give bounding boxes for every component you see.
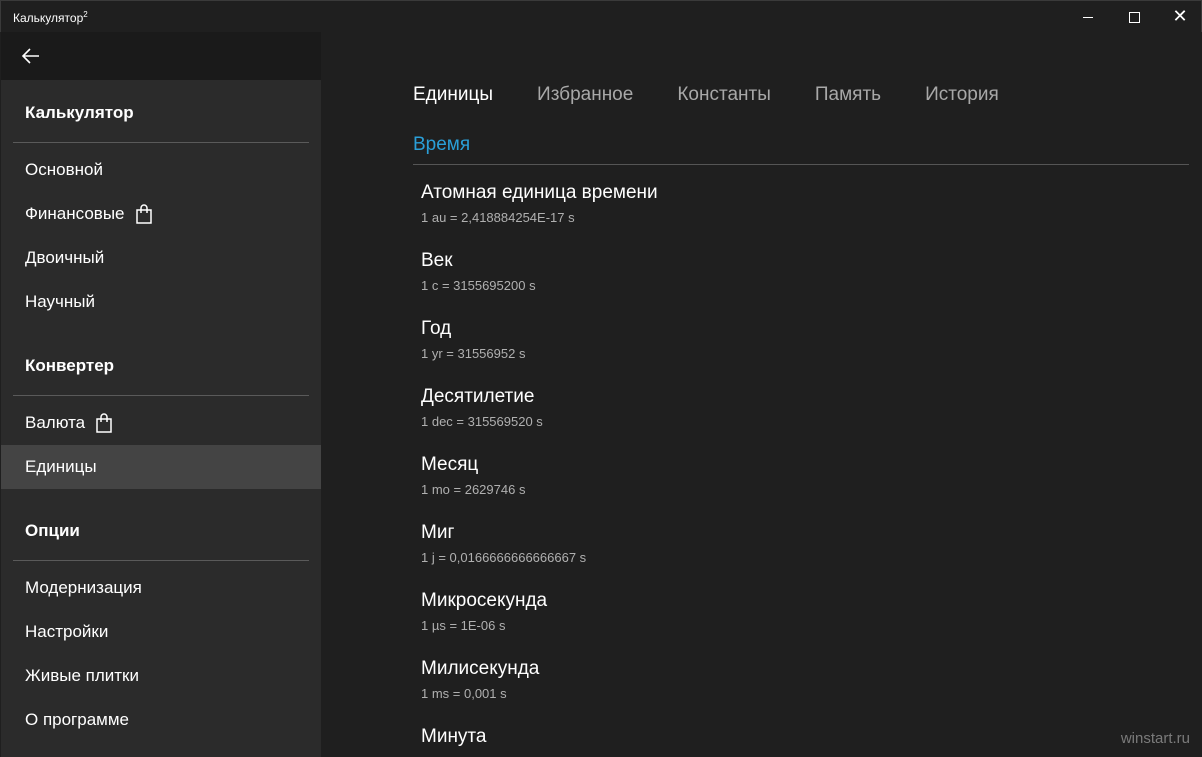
sidebar-item-financial[interactable]: Финансовые bbox=[1, 192, 321, 236]
sidebar-item-binary[interactable]: Двоичный bbox=[1, 236, 321, 280]
sidebar-item-live-tiles[interactable]: Живые плитки bbox=[1, 654, 321, 698]
shopping-bag-icon bbox=[135, 204, 152, 224]
unit-name: Микросекунда bbox=[421, 590, 548, 611]
sidebar-item-label: Двоичный bbox=[25, 248, 105, 267]
tab-bar: Единицы Избранное Константы Память Истор… bbox=[413, 84, 1043, 106]
unit-definition: 1 yr = 31556952 s bbox=[421, 346, 526, 361]
back-bar bbox=[1, 32, 321, 80]
unit-name: Атомная единица времени bbox=[421, 182, 658, 203]
unit-name: Милисекунда bbox=[421, 658, 540, 679]
tab-history[interactable]: История bbox=[925, 84, 999, 106]
section-divider bbox=[13, 395, 309, 396]
maximize-icon bbox=[1128, 11, 1140, 23]
maximize-button[interactable] bbox=[1111, 1, 1157, 33]
sidebar-item-currency[interactable]: Валюта bbox=[1, 401, 321, 445]
tab-favorites[interactable]: Избранное bbox=[537, 84, 633, 106]
sidebar-item-upgrade[interactable]: Модернизация bbox=[1, 566, 321, 610]
close-button[interactable]: ✕ bbox=[1157, 1, 1202, 33]
section-title-converter: Конвертер bbox=[25, 356, 115, 375]
sidebar-item-units[interactable]: Единицы bbox=[1, 445, 321, 489]
section-divider bbox=[13, 142, 309, 143]
list-item[interactable]: Миг 1 j = 0,0166666666666667 s bbox=[421, 522, 1121, 582]
list-item[interactable]: Милисекунда 1 ms = 0,001 s bbox=[421, 658, 1121, 718]
list-item[interactable]: Десятилетие 1 dec = 315569520 s bbox=[421, 386, 1121, 446]
list-item[interactable]: Атомная единица времени 1 au = 2,4188842… bbox=[421, 182, 1121, 242]
sidebar-item-label: Модернизация bbox=[25, 578, 142, 597]
sidebar-item-label: Основной bbox=[25, 160, 103, 179]
unit-name: Век bbox=[421, 250, 453, 271]
app-title: Калькулятор2 bbox=[13, 10, 88, 25]
section-title-options: Опции bbox=[25, 521, 80, 540]
unit-definition: 1 µs = 1E-06 s bbox=[421, 618, 506, 633]
sidebar-item-label: Живые плитки bbox=[25, 666, 139, 685]
list-item[interactable]: Год 1 yr = 31556952 s bbox=[421, 318, 1121, 378]
sidebar-item-label: Единицы bbox=[25, 457, 97, 476]
unit-name: Год bbox=[421, 318, 452, 339]
section-divider bbox=[13, 560, 309, 561]
unit-definition: 1 mo = 2629746 s bbox=[421, 482, 526, 497]
app-title-superscript: 2 bbox=[83, 10, 88, 19]
navigation-pane: Калькулятор Основной Финансовые Двоичный… bbox=[1, 32, 321, 757]
list-item[interactable]: Микросекунда 1 µs = 1E-06 s bbox=[421, 590, 1121, 650]
list-item[interactable]: Месяц 1 mo = 2629746 s bbox=[421, 454, 1121, 514]
unit-definition: 1 dec = 315569520 s bbox=[421, 414, 543, 429]
unit-name: Минута bbox=[421, 726, 487, 747]
back-arrow-icon[interactable] bbox=[19, 44, 43, 68]
unit-definition: 1 ms = 0,001 s bbox=[421, 686, 507, 701]
sidebar-item-label: Финансовые bbox=[25, 204, 125, 223]
list-item[interactable]: Век 1 c = 3155695200 s bbox=[421, 250, 1121, 310]
unit-definition: 1 au = 2,418884254E-17 s bbox=[421, 210, 575, 225]
main-content: Единицы Избранное Константы Память Истор… bbox=[321, 32, 1202, 757]
unit-definition: 1 c = 3155695200 s bbox=[421, 278, 536, 293]
title-bar: Калькулятор2 ✕ bbox=[0, 0, 1202, 32]
sidebar-item-scientific[interactable]: Научный bbox=[1, 280, 321, 324]
minimize-button[interactable] bbox=[1065, 1, 1111, 33]
section-title-calculator: Калькулятор bbox=[25, 103, 134, 122]
unit-name: Месяц bbox=[421, 454, 479, 475]
sidebar-item-basic[interactable]: Основной bbox=[1, 148, 321, 192]
category-header[interactable]: Время bbox=[413, 134, 470, 156]
app-title-text: Калькулятор bbox=[13, 11, 84, 25]
tab-constants[interactable]: Константы bbox=[677, 84, 771, 106]
tab-memory[interactable]: Память bbox=[815, 84, 881, 106]
shopping-bag-icon bbox=[96, 413, 112, 433]
unit-name: Миг bbox=[421, 522, 455, 543]
category-divider bbox=[413, 164, 1189, 165]
watermark: winstart.ru bbox=[1120, 730, 1190, 747]
sidebar-item-label: Настройки bbox=[25, 622, 109, 641]
close-icon: ✕ bbox=[1172, 6, 1188, 27]
tab-units[interactable]: Единицы bbox=[413, 84, 493, 106]
sidebar-item-label: Валюта bbox=[25, 413, 86, 432]
list-item[interactable]: Минута bbox=[421, 726, 1121, 756]
sidebar-item-settings[interactable]: Настройки bbox=[1, 610, 321, 654]
unit-name: Десятилетие bbox=[421, 386, 535, 407]
unit-definition: 1 j = 0,0166666666666667 s bbox=[421, 550, 587, 565]
sidebar-item-label: Научный bbox=[25, 292, 96, 311]
sidebar-item-about[interactable]: О программе bbox=[1, 698, 321, 742]
minimize-icon bbox=[1083, 16, 1093, 18]
sidebar-item-label: О программе bbox=[25, 710, 130, 729]
